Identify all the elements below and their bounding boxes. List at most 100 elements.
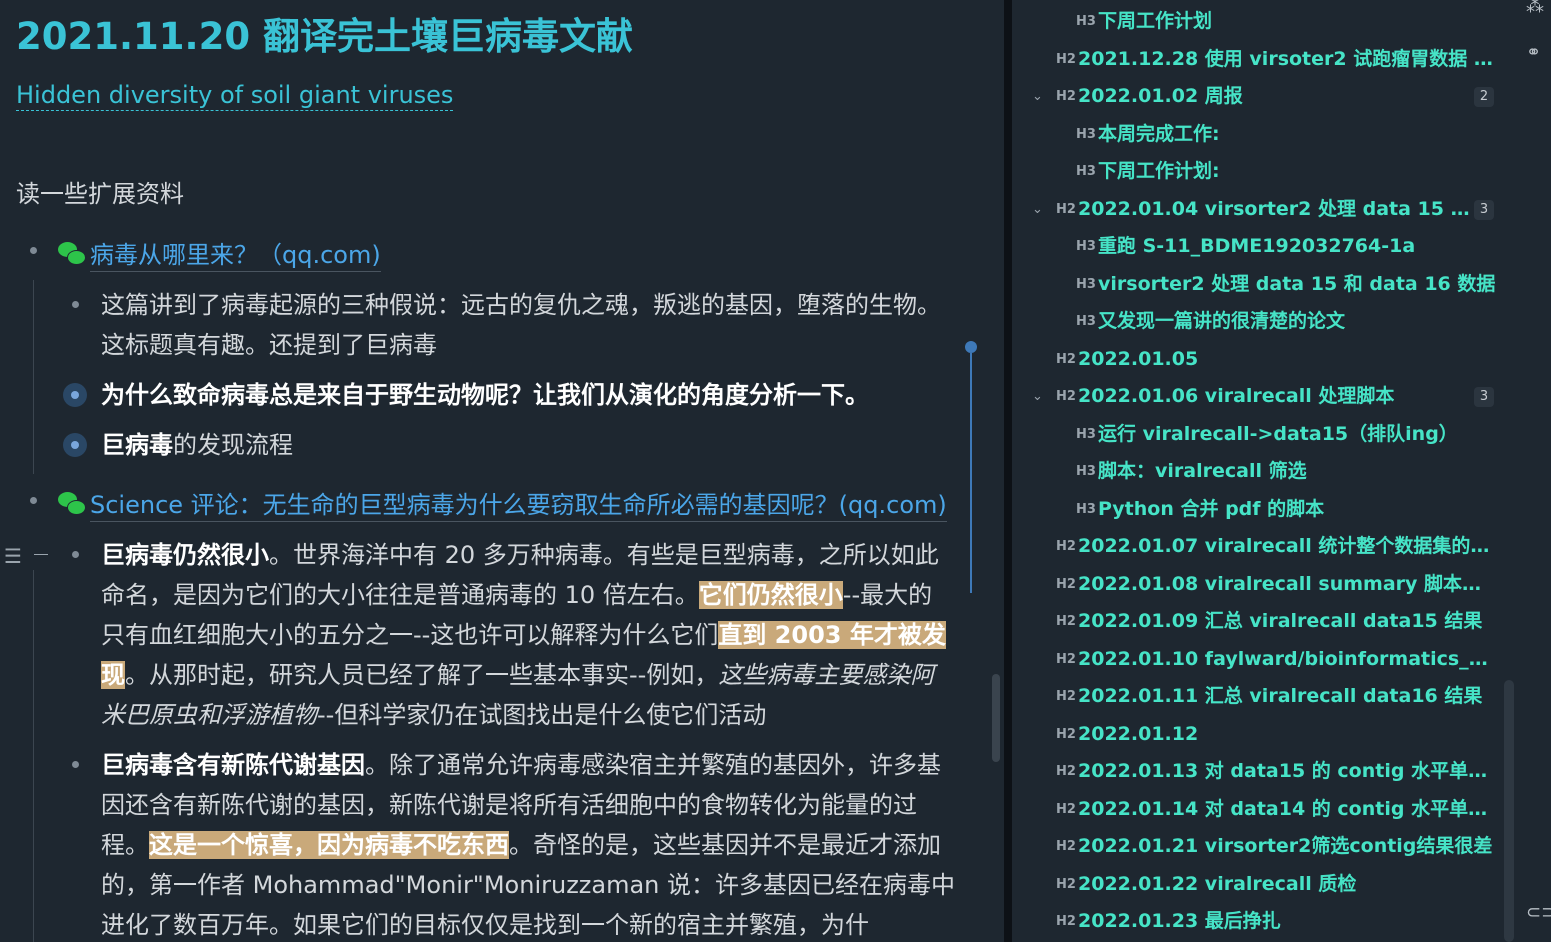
outline-item[interactable]: H3 又发现一篇讲的很清楚的论文	[1012, 303, 1502, 340]
outline-item-label: 2022.01.08 viralrecall summary 脚本完善	[1078, 572, 1496, 595]
link-icon[interactable]: ⊂⊃	[1526, 902, 1551, 923]
pane-divider[interactable]	[1004, 0, 1012, 942]
outline-item[interactable]: ⌄ H22022.01.04 virsorter2 处理 data 15 和 da…	[1012, 191, 1502, 228]
heading-level-label: H3	[1076, 426, 1096, 442]
outline-item[interactable]: ⌄ H2 2022.01.02 周报 2	[1012, 78, 1502, 115]
outline-item-label: 2022.01.12	[1078, 722, 1199, 745]
outline-item[interactable]: H22022.01.13 对 data15 的 contig 水平单样本统计	[1012, 753, 1502, 790]
outline-item-label: 2022.01.23 最后挣扎	[1078, 910, 1281, 932]
text: 。从那时起，研究人员已经了解了一些基本事实--例如，	[125, 661, 719, 689]
heading-level-label: H3	[1076, 239, 1096, 254]
chevron-down-icon[interactable]: ⌄	[1032, 78, 1046, 115]
outline-item[interactable]: H22022.01.14 对 data14 的 contig 水平单样本统计	[1012, 791, 1502, 828]
link-text[interactable]: 病毒从哪里来？（qq.com)	[90, 241, 381, 272]
outline-item-label: 2022.01.11 汇总 viralrecall data16 结果	[1078, 685, 1483, 707]
heading-level-label: H2	[1056, 389, 1076, 404]
heading-level-label: H3	[1076, 501, 1096, 517]
outline-item[interactable]: H2 2022.01.09 汇总 viralrecall data15 结果	[1012, 603, 1502, 640]
graph-icon[interactable]: ⚭	[1526, 42, 1541, 63]
outline-item[interactable]: H2 2022.01.05	[1012, 341, 1502, 378]
heading-level-label: H2	[1056, 839, 1076, 854]
outline-item-label: 2022.01.06 viralrecall 处理脚本	[1078, 385, 1395, 407]
collapsed-bullet[interactable]	[63, 433, 87, 457]
outline-item-label: 2022.01.21 virsorter2筛选contig结果很差	[1078, 835, 1493, 857]
wechat-icon	[58, 492, 86, 516]
bullet	[72, 761, 79, 768]
list-item: 为什么致命病毒总是来自于野生动物呢？让我们从演化的角度分析一下。	[101, 375, 956, 415]
outline-item-label: 2022.01.04 virsorter2 处理 data 15 和 data …	[1078, 197, 1472, 220]
outline-item-label: 2022.01.09 汇总 viralrecall data15 结果	[1078, 610, 1483, 632]
chevron-down-icon[interactable]: ⌄	[1032, 191, 1046, 228]
heading-level-label: H2	[1056, 764, 1076, 779]
collapsed-bullet[interactable]	[63, 383, 87, 407]
outline-item[interactable]: H22022.01.10 faylward/bioinformatics_tut…	[1012, 641, 1502, 678]
heading-level-label: H2	[1056, 689, 1076, 704]
outline-item[interactable]: H3 脚本：viralrecall 筛选	[1012, 453, 1502, 490]
text: 的发现流程	[173, 431, 293, 459]
outline-item[interactable]: H2 2022.01.12	[1012, 716, 1502, 753]
outline-item[interactable]: H3 Python 合并 pdf 的脚本	[1012, 491, 1502, 528]
heading-level-label: H2	[1056, 614, 1076, 629]
bold-text: 巨病毒含有新陈代谢基因	[101, 751, 365, 779]
outline-item[interactable]: H2 2022.01.23 最后挣扎	[1012, 903, 1502, 940]
collapse-handle[interactable]	[34, 554, 48, 555]
outline-item-label: Python 合并 pdf 的脚本	[1098, 497, 1325, 520]
heading-level-label: H2	[1056, 51, 1076, 67]
outline-item[interactable]: H3 下周工作计划	[1012, 3, 1502, 40]
bullet	[72, 301, 79, 308]
outline-item-label: 2022.01.05	[1078, 347, 1199, 370]
bullet	[30, 247, 37, 254]
outline-item[interactable]: H3 重跑 S-11_BDME192032764-1a	[1012, 228, 1502, 265]
page-title: 2021.11.20 翻译完土壤巨病毒文献	[16, 15, 633, 58]
list-icon[interactable]: ☰	[4, 544, 22, 568]
count-badge: 2	[1474, 87, 1494, 107]
outline-item-label: 又发现一篇讲的很清楚的论文	[1098, 310, 1346, 332]
paragraph: 巨病毒含有新陈代谢基因。除了通常允许病毒感染宿主并繁殖的基因外，许多基因还含有新…	[101, 745, 956, 942]
indent-guide	[33, 570, 34, 942]
link-item-2[interactable]: Science 评论：无生命的巨型病毒为什么要窃取生命所必需的基因呢？(qq.c…	[58, 485, 947, 522]
heading-level-label: H2	[1056, 876, 1076, 892]
subtitle-link[interactable]: Hidden diversity of soil giant viruses	[16, 80, 454, 111]
outline-item[interactable]: H2 2022.01.07 viralrecall 统计整个数据集的脚本	[1012, 528, 1502, 565]
heading-level-label: H2	[1056, 914, 1076, 929]
heading-level-label: H2	[1056, 539, 1076, 554]
outline-item[interactable]: H3 运行 viralrecall->data15（排队ing）	[1012, 416, 1502, 453]
heading-level-label: H2	[1056, 726, 1076, 742]
paragraph: 巨病毒仍然很小。世界海洋中有 20 多万种病毒。有些是巨型病毒，之所以如此命名，…	[101, 535, 956, 735]
outline-panel: H3 下周工作计划 H2 2021.12.28 使用 virsoter2 试跑瘤胃数据…	[1012, 0, 1518, 942]
outline-item-label: 本周完成工作:	[1098, 122, 1220, 145]
bubble-icon[interactable]: ⁂	[1526, 0, 1544, 17]
right-icon-bar: ⁂ ⚭ ⊂⊃	[1518, 0, 1551, 942]
outline-item-label: 下周工作计划:	[1098, 160, 1220, 182]
outline-item[interactable]: ⌄ H2 2022.01.06 viralrecall 处理脚本 3	[1012, 378, 1502, 415]
position-track	[970, 353, 972, 593]
position-marker[interactable]	[965, 341, 977, 353]
outline-item-label: 2022.01.22 viralrecall 质检	[1078, 872, 1357, 895]
heading-level-label: H3	[1076, 126, 1096, 142]
outline-item[interactable]: H22021.12.28 使用 virsoter2 试跑瘤胃数据 data14	[1012, 41, 1502, 78]
heading-level-label: H2	[1056, 801, 1076, 817]
outline-item[interactable]: H2 2022.01.22 viralrecall 质检	[1012, 866, 1502, 903]
link-text[interactable]: Science 评论：无生命的巨型病毒为什么要窃取生命所必需的基因呢？(qq.c…	[90, 491, 947, 522]
chevron-down-icon[interactable]: ⌄	[1032, 378, 1046, 415]
heading-level-label: H2	[1056, 651, 1076, 667]
outline-item[interactable]: H3 下周工作计划:	[1012, 153, 1502, 190]
outline-item[interactable]: H2 2022.01.21 virsorter2筛选contig结果很差	[1012, 828, 1502, 865]
link-item-1[interactable]: 病毒从哪里来？（qq.com)	[58, 235, 381, 272]
outline-item[interactable]: H2 2022.01.08 viralrecall summary 脚本完善	[1012, 566, 1502, 603]
bullet	[30, 497, 37, 504]
editor-pane[interactable]: 2021.11.20 翻译完土壤巨病毒文献 Hidden diversity o…	[0, 0, 1004, 942]
outline-item[interactable]: H3 virsorter2 处理 data 15 和 data 16 数据	[1012, 266, 1502, 303]
bullet	[72, 551, 79, 558]
highlight: 这是一个惊喜，因为病毒不吃东西	[149, 831, 509, 859]
outline-scrollbar[interactable]	[1504, 680, 1514, 942]
editor-scrollbar[interactable]	[992, 674, 1000, 762]
heading-level-label: H2	[1056, 576, 1076, 592]
outline-item[interactable]: H2 2022.01.11 汇总 viralrecall data16 结果	[1012, 678, 1502, 715]
text: --但科学家仍在试图找出是什么使它们活动	[317, 701, 767, 729]
paragraph: 这篇讲到了病毒起源的三种假说：远古的复仇之魂，叛逃的基因，堕落的生物。这标题真有…	[101, 291, 941, 359]
wechat-icon	[58, 242, 86, 266]
list-item: 巨病毒的发现流程	[101, 425, 956, 465]
outline-item[interactable]: H3 本周完成工作:	[1012, 116, 1502, 153]
outline-item-label: 2022.01.14 对 data14 的 contig 水平单样本统计	[1078, 797, 1496, 820]
